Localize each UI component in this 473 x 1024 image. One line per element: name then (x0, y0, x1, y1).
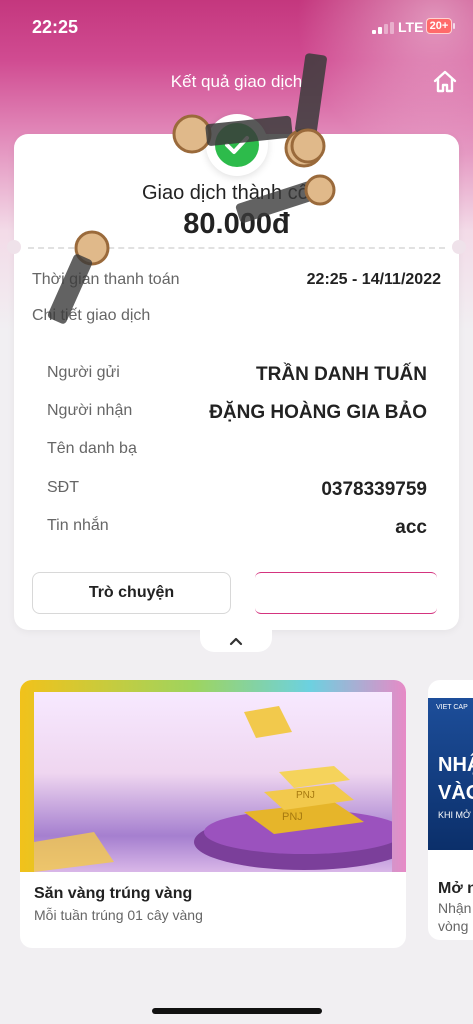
detail-row-receiver: Người nhận ĐẶNG HOÀNG GIA BẢO (47, 402, 427, 426)
detail-value: 0378339759 (321, 479, 427, 500)
sticker-badge (47, 230, 110, 324)
payment-time-value: 22:25 - 14/11/2022 (306, 271, 441, 288)
status-time: 22:25 (32, 17, 79, 37)
promo-image-title: NHẬ (438, 754, 473, 776)
promo-image: PNJ PNJ (20, 680, 406, 872)
gold-bars-icon: PNJ PNJ (34, 706, 392, 872)
home-indicator[interactable] (152, 1008, 322, 1014)
detail-label: Tin nhắn (47, 517, 109, 534)
ticket-notch-left (7, 240, 21, 254)
detail-row-sender: Người gửi TRẦN DANH TUẤN (47, 364, 427, 388)
chat-button[interactable]: Trò chuyện (32, 572, 231, 614)
chevron-up-icon (229, 637, 243, 646)
promo-subtitle: Nhận (438, 900, 472, 916)
promo-card-gold[interactable]: PNJ PNJ Săn vàng trúng vàng Mỗi tuần trú… (20, 680, 406, 948)
detail-value: ĐẶNG HOÀNG GIA BẢO (209, 402, 427, 423)
ticket-notch-right (452, 240, 466, 254)
promo-image: VIET CAP NHẬ VÀO KHI MỞ (428, 698, 473, 850)
promo-title: Săn vàng trúng vàng (34, 885, 193, 902)
svg-text:PNJ: PNJ (282, 811, 303, 823)
detail-row-contact-name: Tên danh bạ (47, 440, 427, 464)
promo-subtitle: Mỗi tuần trúng 01 cây vàng (34, 907, 203, 923)
detail-label: Tên danh bạ (47, 440, 137, 457)
payment-result-screen: 22:25 LTE 20+ Kết quả giao dịch Giao dịc… (0, 0, 473, 1024)
svg-text:PNJ: PNJ (296, 790, 315, 801)
detail-label: Người nhận (47, 402, 133, 419)
promo-image-caption: KHI MỞ (438, 810, 471, 820)
home-icon[interactable] (432, 69, 458, 95)
status-bar: 22:25 LTE 20+ (0, 0, 473, 56)
promo-title: Mở n (438, 880, 473, 897)
detail-label: SĐT (47, 479, 79, 496)
sticker-badge (235, 174, 336, 223)
detail-row-phone: SĐT 0378339759 (47, 479, 427, 503)
signal-icon (372, 22, 394, 34)
battery-icon: 20+ (426, 18, 455, 34)
promo-card-vietcap[interactable]: VIET CAP NHẬ VÀO KHI MỞ Mở n Nhận vòng (428, 680, 473, 940)
promo-brand: VIET CAP (436, 704, 468, 711)
sticker-badge (290, 53, 327, 164)
promo-subtitle: vòng (438, 918, 469, 934)
collapse-handle[interactable] (200, 628, 272, 652)
network-label: LTE (398, 19, 424, 35)
detail-label: Người gửi (47, 364, 120, 381)
detail-value: TRẦN DANH TUẤN (256, 364, 427, 385)
page-title: Kết quả giao dịch (170, 72, 303, 91)
detail-row-message: Tin nhắn acc (47, 517, 427, 541)
promo-image-title: VÀO (438, 782, 473, 804)
detail-value: acc (395, 517, 427, 538)
secondary-action-button[interactable] (255, 572, 437, 614)
